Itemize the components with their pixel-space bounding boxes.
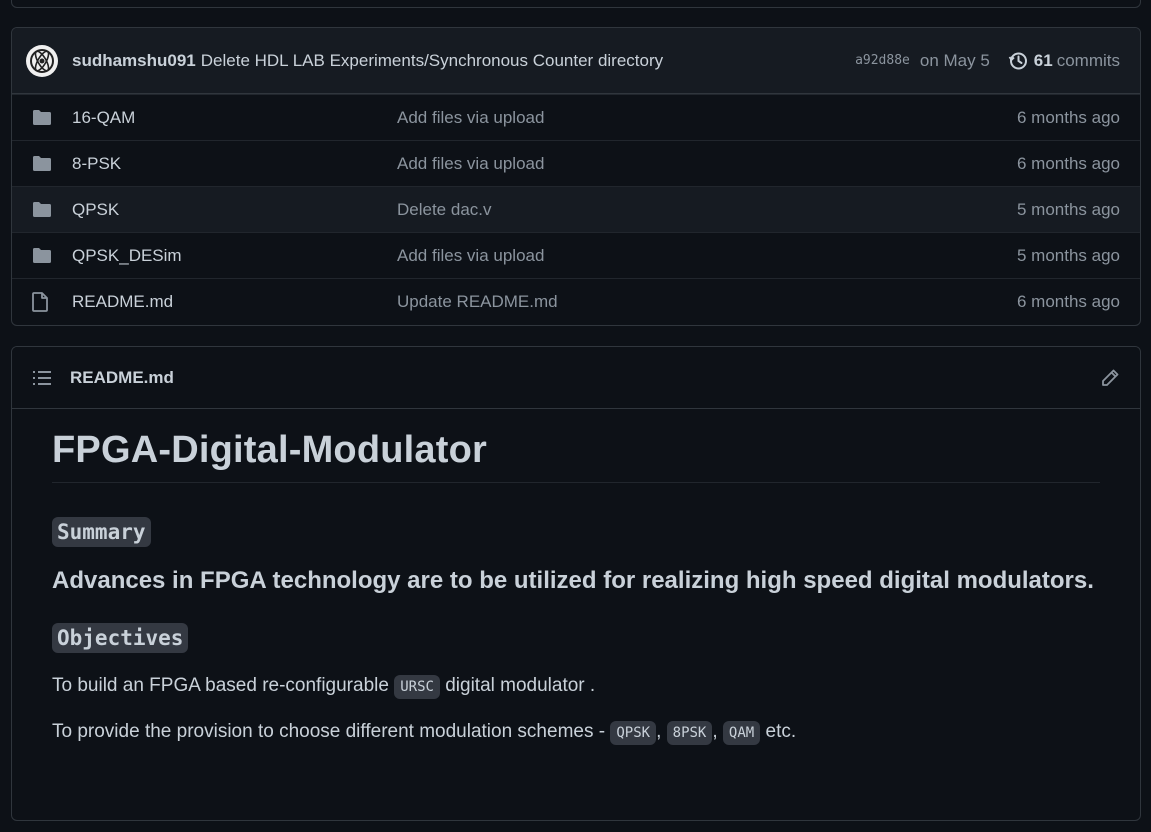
commit-count: 61 xyxy=(1033,50,1053,70)
objective-1-text: To build an FPGA based re-configurable xyxy=(52,675,395,696)
readme-header: README.md xyxy=(12,347,1140,409)
folder-icon xyxy=(32,108,54,128)
objective-2-text-end: etc. xyxy=(760,721,797,742)
file-name[interactable]: QPSK xyxy=(72,200,397,220)
folder-icon xyxy=(32,154,54,174)
file-name[interactable]: README.md xyxy=(72,292,397,312)
separator: , xyxy=(656,721,667,742)
commit-sha[interactable]: a92d88e xyxy=(855,53,910,68)
folder-icon xyxy=(32,246,54,266)
list-icon[interactable] xyxy=(32,369,52,387)
objective-2-text: To provide the provision to choose diffe… xyxy=(52,721,611,742)
file-commit-message[interactable]: Add files via upload xyxy=(397,154,1017,174)
file-icon xyxy=(32,291,54,312)
file-age: 6 months ago xyxy=(1016,107,1120,127)
commit-count-label: commits xyxy=(1056,50,1120,70)
objective-2: To provide the provision to choose diffe… xyxy=(52,721,1100,745)
objective-1-text-end: digital modulator . xyxy=(439,675,596,696)
file-row[interactable]: QPSK_DESim Add files via upload 5 months… xyxy=(12,232,1140,278)
readme-content: FPGA-Digital-Modulator Summary Advances … xyxy=(12,409,1140,745)
commit-message[interactable]: Delete HDL LAB Experiments/Synchronous C… xyxy=(201,51,663,71)
objective-1: To build an FPGA based re-configurable U… xyxy=(52,675,1100,699)
file-age: 5 months ago xyxy=(1016,245,1120,265)
summary-heading: Summary xyxy=(52,517,151,547)
separator: , xyxy=(712,721,723,742)
avatar[interactable] xyxy=(26,44,58,77)
file-age: 6 months ago xyxy=(1016,291,1120,311)
file-row[interactable]: 16-QAM Add files via upload 6 months ago xyxy=(12,94,1140,140)
file-row[interactable]: 8-PSK Add files via upload 6 months ago xyxy=(12,140,1140,186)
file-row[interactable]: QPSK Delete dac.v 5 months ago xyxy=(12,186,1140,232)
commit-date: on May 5 xyxy=(919,50,990,70)
file-row[interactable]: README.md Update README.md 6 months ago xyxy=(12,278,1140,324)
file-commit-message[interactable]: Add files via upload xyxy=(397,108,1017,128)
inline-code: QAM xyxy=(722,721,761,745)
file-age: 5 months ago xyxy=(1016,199,1120,219)
file-age: 6 months ago xyxy=(1016,153,1120,173)
inline-code: QPSK xyxy=(610,721,657,745)
readme-title: FPGA-Digital-Modulator xyxy=(52,429,1100,483)
file-commit-message[interactable]: Update README.md xyxy=(397,292,1017,312)
readme-filename: README.md xyxy=(70,367,174,387)
inline-code: 8PSK xyxy=(666,721,713,745)
latest-commit-bar: sudhamshu091 Delete HDL LAB Experiments/… xyxy=(12,28,1140,94)
previous-panel-edge xyxy=(11,0,1141,8)
file-commit-message[interactable]: Delete dac.v xyxy=(397,200,1017,220)
commit-author[interactable]: sudhamshu091 xyxy=(72,51,196,71)
objectives-heading: Objectives xyxy=(52,623,189,653)
summary-text: Advances in FPGA technology are to be ut… xyxy=(52,567,1094,594)
readme-panel: README.md FPGA-Digital-Modulator Summary… xyxy=(11,346,1141,821)
avatar-icon xyxy=(30,48,54,73)
file-name[interactable]: 8-PSK xyxy=(72,154,397,174)
file-name[interactable]: QPSK_DESim xyxy=(72,246,397,266)
file-commit-message[interactable]: Add files via upload xyxy=(397,246,1017,266)
commits-link[interactable]: 61 commits xyxy=(1008,51,1120,71)
file-browser: sudhamshu091 Delete HDL LAB Experiments/… xyxy=(11,27,1141,326)
inline-code: URSC xyxy=(394,675,440,699)
file-name[interactable]: 16-QAM xyxy=(72,108,397,128)
history-icon xyxy=(1008,52,1027,69)
pencil-icon[interactable] xyxy=(1100,368,1120,388)
folder-icon xyxy=(32,200,54,220)
